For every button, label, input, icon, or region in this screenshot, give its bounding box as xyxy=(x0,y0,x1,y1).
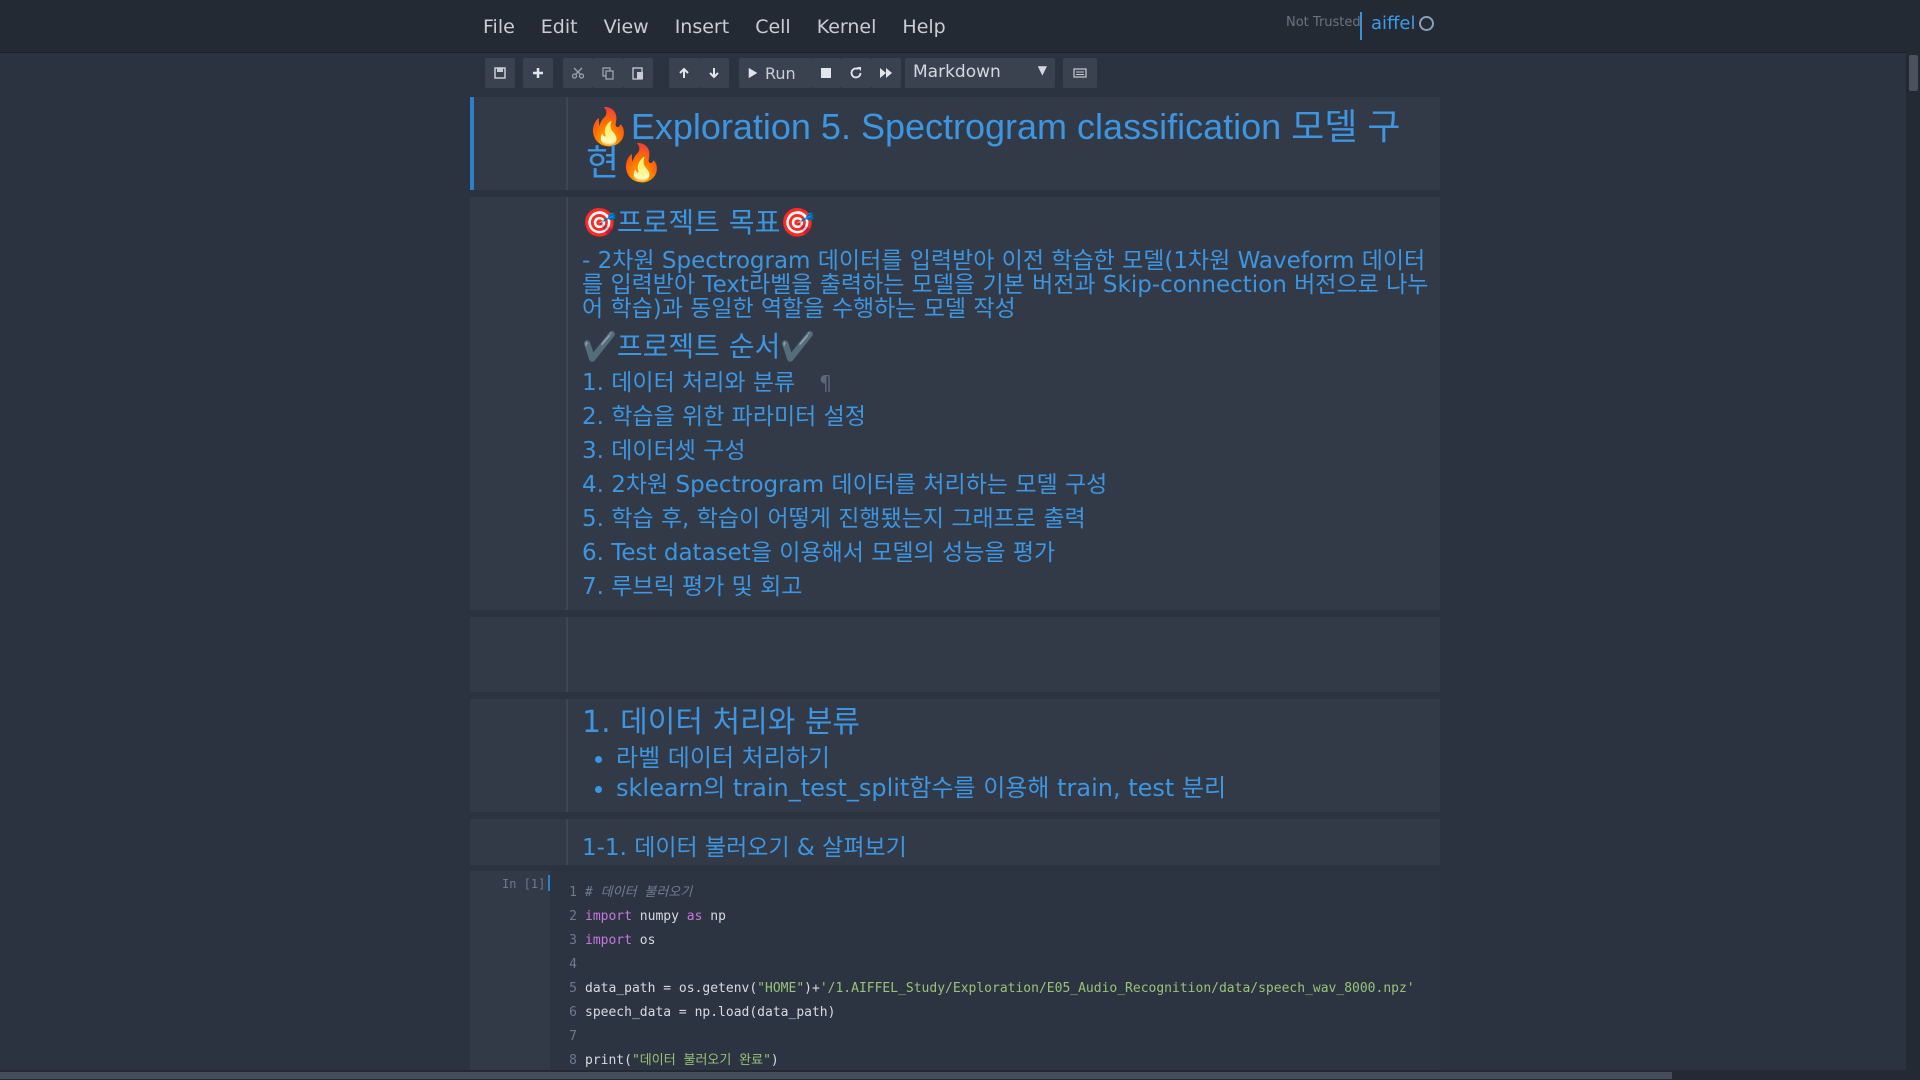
list-item: 7. 루브릭 평가 및 회고 xyxy=(582,574,803,600)
markdown-cell-empty[interactable] xyxy=(470,617,1440,692)
restart-run-all-button[interactable] xyxy=(871,58,901,88)
command-palette-button[interactable] xyxy=(1063,58,1097,88)
order-list: 1. 데이터 처리와 분류 ¶ 2. 학습을 위한 파라미터 설정 3. 데이터셋… xyxy=(582,366,1430,604)
scrollbar-thumb[interactable] xyxy=(0,1072,1672,1079)
code-editor[interactable]: 1 # 데이터 불러오기 2 import numpy as np 3 import … xyxy=(550,871,1440,1080)
scrollbar-thumb[interactable] xyxy=(1909,55,1918,91)
arrow-down-icon xyxy=(709,68,719,79)
divider xyxy=(1360,12,1362,40)
copy-button[interactable] xyxy=(593,58,623,88)
cell-type-value: Markdown xyxy=(913,62,1001,82)
section1-bullets: 라벨 데이터 처리하기 sklearn의 train_test_split함수를… xyxy=(582,743,1430,803)
list-item: 4. 2차원 Spectrogram 데이터를 처리하는 모델 구성 xyxy=(582,472,1108,498)
restart-icon xyxy=(850,67,862,79)
stop-icon xyxy=(821,68,831,78)
menu-edit[interactable]: Edit xyxy=(528,14,591,40)
horizontal-scrollbar[interactable] xyxy=(0,1070,1906,1080)
cell-divider xyxy=(566,97,568,190)
subsection-heading: 1-1. 데이터 불러오기 & 살펴보기 xyxy=(582,835,907,861)
move-up-button[interactable] xyxy=(669,58,699,88)
goal-heading: 🎯프로젝트 목표🎯 xyxy=(582,206,816,239)
markdown-cell-overview[interactable]: 🎯프로젝트 목표🎯 - 2차원 Spectrogram 데이터를 입력받아 이전… xyxy=(470,197,1440,610)
menu-view[interactable]: View xyxy=(591,14,662,40)
code-line: 7 xyxy=(569,1029,577,1044)
list-item: 5. 학습 후, 학습이 어떻게 진행됐는지 그래프로 출력 xyxy=(582,506,1086,532)
cell-divider xyxy=(566,197,568,610)
insert-cell-button[interactable] xyxy=(523,58,553,88)
paste-icon xyxy=(632,67,643,80)
save-icon xyxy=(494,67,506,79)
vertical-scrollbar[interactable] xyxy=(1906,52,1920,1080)
order-heading: ✔️프로젝트 순서✔️ xyxy=(582,330,816,363)
menu-cell[interactable]: Cell xyxy=(742,14,804,40)
kernel-name[interactable]: aiffel xyxy=(1371,13,1416,34)
section1-heading: 1. 데이터 처리와 분류 xyxy=(582,705,861,740)
code-line: 2 import numpy as np xyxy=(569,909,726,924)
menu-help[interactable]: Help xyxy=(889,14,958,40)
run-button[interactable]: Run xyxy=(739,58,811,88)
fast-forward-icon xyxy=(880,68,892,78)
kernel-status-icon xyxy=(1419,16,1434,31)
code-line: 5 data_path = os.getenv("HOME")+'/1.AIFFE… xyxy=(569,981,1415,996)
goal-text: - 2차원 Spectrogram 데이터를 입력받아 이전 학습한 모델(1차… xyxy=(582,248,1429,322)
move-down-button[interactable] xyxy=(699,58,729,88)
interrupt-button[interactable] xyxy=(811,58,841,88)
markdown-cell-section1[interactable]: 1. 데이터 처리와 분류 라벨 데이터 처리하기 sklearn의 train… xyxy=(470,699,1440,812)
chevron-down-icon: ▼ xyxy=(1037,63,1047,77)
input-prompt: In [1]: xyxy=(502,877,553,891)
list-item: 3. 데이터셋 구성 xyxy=(582,438,746,464)
code-line: 3 import os xyxy=(569,933,656,948)
list-item: 라벨 데이터 처리하기 xyxy=(616,743,1430,773)
pilcrow-anchor[interactable]: ¶ xyxy=(819,371,832,395)
menu-file[interactable]: File xyxy=(470,14,528,40)
list-item: 1. 데이터 처리와 분류 ¶ xyxy=(582,370,832,396)
scissors-icon xyxy=(571,67,585,79)
menu-insert[interactable]: Insert xyxy=(662,14,743,40)
menu-kernel[interactable]: Kernel xyxy=(804,14,890,40)
cell-type-select[interactable]: Markdown ▼ xyxy=(905,58,1055,88)
cell-divider xyxy=(566,819,568,865)
markdown-cell-title[interactable]: 🔥Exploration 5. Spectrogram classificati… xyxy=(470,97,1440,190)
menu-bar: File Edit View Insert Cell Kernel Help N… xyxy=(0,0,1920,53)
main-menu: File Edit View Insert Cell Kernel Help xyxy=(470,14,959,40)
cell-divider xyxy=(566,699,568,812)
cut-button[interactable] xyxy=(563,58,593,88)
keyboard-icon xyxy=(1073,68,1087,78)
notebook-title: 🔥Exploration 5. Spectrogram classificati… xyxy=(586,106,1401,183)
cell-divider xyxy=(566,617,568,692)
restart-button[interactable] xyxy=(841,58,871,88)
list-item: 2. 학습을 위한 파라미터 설정 xyxy=(582,404,866,430)
code-line: 6 speech_data = np.load(data_path) xyxy=(569,1005,836,1020)
paste-button[interactable] xyxy=(623,58,653,88)
list-item: sklearn의 train_test_split함수를 이용해 train, … xyxy=(616,773,1430,803)
not-trusted-indicator[interactable]: Not Trusted xyxy=(1286,15,1361,30)
copy-icon xyxy=(602,67,614,80)
markdown-cell-subsection[interactable]: 1-1. 데이터 불러오기 & 살펴보기 xyxy=(470,819,1440,865)
save-button[interactable] xyxy=(485,58,515,88)
list-item: 6. Test dataset을 이용해서 모델의 성능을 평가 xyxy=(582,540,1056,566)
code-cell[interactable]: In [1]: 1 # 데이터 불러오기 2 import numpy as np … xyxy=(470,871,1440,1080)
play-icon xyxy=(748,67,758,79)
code-line: 1 # 데이터 불러오기 xyxy=(569,885,693,900)
plus-icon xyxy=(533,68,543,78)
code-line: 4 xyxy=(569,957,577,972)
run-label: Run xyxy=(765,63,796,83)
arrow-up-icon xyxy=(679,67,689,78)
